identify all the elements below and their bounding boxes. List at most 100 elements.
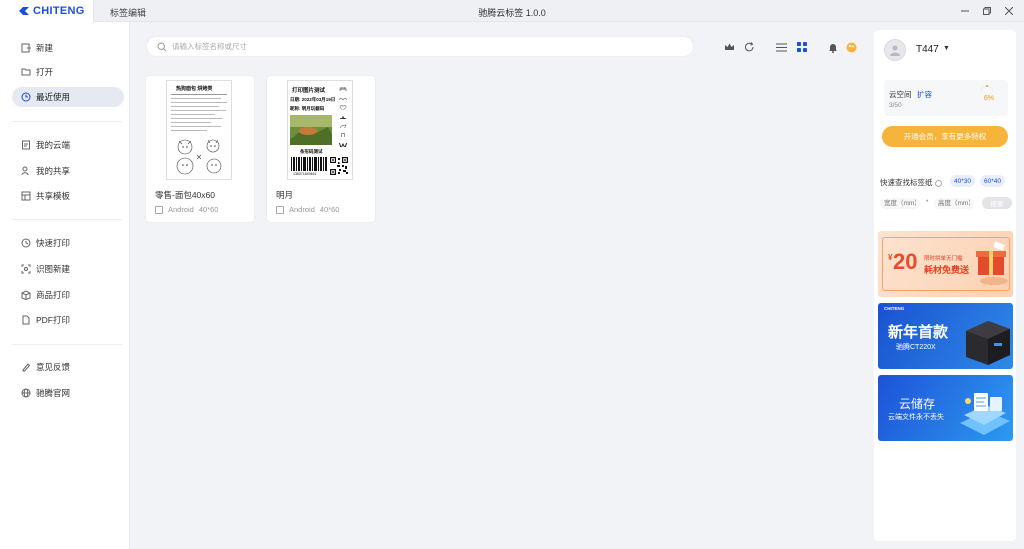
close-button[interactable] — [1000, 3, 1018, 19]
banner-headline: 限时拼单无门槛 — [924, 256, 963, 262]
skin-icon — [846, 42, 856, 52]
title-bar: CHITENG 标签编辑 驰腾云标签 1.0.0 — [0, 0, 1024, 22]
label-size: 40*60 — [198, 205, 219, 214]
vip-button[interactable]: 开通会员，享有更多特权 — [882, 126, 1008, 147]
notification-button[interactable] — [827, 41, 839, 53]
username[interactable]: T447 — [916, 44, 939, 55]
search-input[interactable] — [172, 42, 572, 51]
printer-icon — [339, 87, 347, 92]
cloud-storage-box: 云空间 扩容 3/50 6% — [884, 80, 1008, 116]
width-input[interactable] — [880, 198, 920, 209]
gift-box-image — [976, 241, 1008, 285]
share-user-icon — [20, 166, 31, 177]
logo-text: CHITENG — [33, 5, 85, 17]
label-meta: Android 40*60 — [276, 205, 339, 214]
divider — [12, 121, 122, 122]
sidebar-item-label: 打开 — [36, 67, 54, 77]
cloud-storage-image — [960, 393, 1010, 435]
label-thumbnail: 热狗面包 烘烤类 — [166, 80, 232, 180]
side-icons — [336, 87, 350, 148]
bike-icon — [339, 98, 347, 101]
qr-code-image — [330, 157, 348, 175]
sidebar-item-label: 意见反馈 — [36, 362, 71, 372]
sidebar-item-label: 识图新建 — [36, 264, 71, 274]
sidebar-item-label: 快速打印 — [36, 238, 71, 248]
home-tab[interactable]: CHITENG — [0, 0, 94, 22]
quick-print-icon — [20, 238, 31, 249]
thumbnail-date: 日期: 2022年03月19日 — [290, 97, 336, 102]
crown-button[interactable] — [723, 41, 735, 53]
sidebar-item-recent[interactable]: 最近使用 — [12, 87, 124, 107]
chiteng-logo-icon — [19, 7, 29, 15]
label-card[interactable]: 热狗面包 烘烤类 零售-面包40x60 Android 40*60 — [146, 76, 254, 222]
new-file-icon — [20, 43, 31, 54]
minimize-button[interactable] — [956, 3, 974, 19]
barcode-image — [291, 157, 327, 171]
sidebar-item-new[interactable]: 新建 — [12, 38, 124, 58]
bell-icon — [829, 43, 837, 53]
list-view-icon — [775, 42, 787, 52]
sidebar-item-my-cloud[interactable]: 我的云端 — [12, 135, 124, 155]
help-icon[interactable] — [934, 179, 942, 187]
usage-gauge — [980, 85, 994, 93]
dimension-separator: * — [926, 200, 929, 206]
size-search-button[interactable]: 搜索 — [982, 197, 1012, 209]
promo-banner-consumables[interactable]: ¥ 20 限时拼单无门槛 耗材免费送 — [878, 231, 1013, 297]
heart-icon — [339, 105, 347, 110]
divider — [12, 344, 122, 345]
sidebar-item-product-print[interactable]: 商品打印 — [12, 285, 124, 305]
sidebar-item-pdf-print[interactable]: PDF打印 — [12, 310, 124, 330]
sidebar-item-shared-templates[interactable]: 共享模板 — [12, 186, 124, 206]
promo-banner-printer[interactable]: CHITENG 新年首款 驰腾CT220X — [878, 303, 1013, 369]
thumbnail-caption: 昵称: 明月玩截码 — [290, 106, 325, 111]
quick-find-title: 快速查找标签纸 — [880, 177, 942, 188]
size-chip[interactable]: 40*30 — [950, 175, 975, 187]
sidebar-item-quick-print[interactable]: 快速打印 — [12, 233, 124, 253]
avatar[interactable] — [884, 39, 906, 61]
sidebar-item-open[interactable]: 打开 — [12, 62, 124, 82]
cloud-label: 云空间 — [889, 90, 912, 99]
printer-image — [966, 321, 1010, 365]
photo-image — [290, 115, 332, 145]
close-icon — [1005, 7, 1013, 15]
sidebar-item-label: 我的云端 — [36, 140, 71, 150]
label-size: 40*60 — [319, 205, 340, 214]
template-icon — [20, 191, 31, 202]
sidebar-item-website[interactable]: 驰腾官网 — [12, 383, 124, 403]
usage-percent: 6% — [983, 95, 994, 102]
platform: Android — [289, 205, 315, 214]
grid-view-button[interactable] — [796, 41, 808, 53]
skin-button[interactable] — [845, 41, 857, 53]
banner-headline: 新年首款 — [888, 324, 949, 341]
expand-storage-link[interactable]: 扩容 — [917, 89, 932, 100]
sidebar-item-label: 商品打印 — [36, 290, 71, 300]
crown-icon — [724, 43, 734, 50]
banner-subline: 云端文件永不丢失 — [888, 414, 944, 421]
promo-banner-cloud-storage[interactable]: 云储存 云端文件永不丢失 — [878, 375, 1013, 441]
barcode-number: 138371849461 — [293, 172, 317, 176]
search-bar[interactable] — [146, 36, 694, 57]
sidebar-item-label: 我的共享 — [36, 166, 71, 176]
sidebar-item-scan-create[interactable]: 识图新建 — [12, 259, 124, 279]
height-input[interactable] — [934, 198, 974, 209]
size-chip[interactable]: 60*40 — [980, 175, 1005, 187]
label-meta: Android 40*60 — [155, 205, 218, 214]
restore-icon — [983, 7, 991, 15]
box-icon — [20, 290, 31, 301]
banner-subline: 耗材免费送 — [924, 265, 970, 275]
restore-button[interactable] — [978, 3, 996, 19]
window-title: 驰腾云标签 1.0.0 — [478, 8, 546, 18]
tab-label-editor[interactable]: 标签编辑 — [110, 6, 146, 19]
caret-down-icon[interactable]: ▼ — [943, 45, 950, 52]
list-view-button[interactable] — [775, 41, 787, 53]
sidebar-item-my-share[interactable]: 我的共享 — [12, 161, 124, 181]
label-name: 零售-面包40x60 — [155, 190, 215, 200]
minimize-icon — [961, 10, 969, 12]
sidebar-item-label: 驰腾官网 — [36, 388, 71, 398]
label-card[interactable]: 打印图片测试 日期: 2022年03月19日 昵称: 明月玩截码 条形码测试 1… — [267, 76, 375, 222]
refresh-button[interactable] — [743, 41, 755, 53]
scan-icon — [20, 264, 31, 275]
sidebar-item-feedback[interactable]: 意见反馈 — [12, 357, 124, 377]
sidebar-item-label: PDF打印 — [36, 315, 71, 325]
leaf-icon — [339, 124, 347, 128]
